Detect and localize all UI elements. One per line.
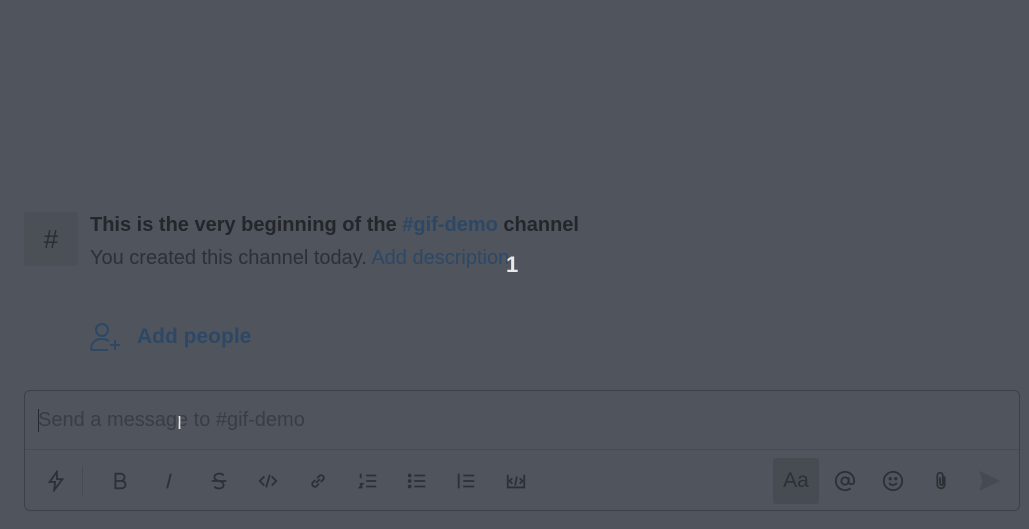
text-caret — [38, 409, 39, 432]
message-composer: Aa — [24, 390, 1020, 511]
bold-button[interactable] — [97, 458, 143, 504]
link-button[interactable] — [295, 458, 341, 504]
smiley-icon — [882, 470, 904, 492]
blockquote-button[interactable] — [443, 458, 489, 504]
bulleted-list-icon — [407, 473, 426, 489]
hash-symbol: # — [43, 223, 59, 254]
channel-hash-icon: # — [24, 212, 78, 266]
channel-intro: # This is the very beginning of the #gif… — [24, 212, 579, 270]
add-user-icon — [90, 323, 120, 351]
send-button[interactable] — [966, 458, 1012, 504]
code-block-icon — [506, 474, 526, 489]
message-input[interactable] — [25, 391, 1019, 449]
add-description-link[interactable]: Add description — [371, 247, 509, 269]
link-icon — [311, 474, 325, 488]
add-people-button[interactable]: Add people — [90, 322, 251, 352]
strikethrough-button[interactable] — [196, 458, 242, 504]
strikethrough-icon — [211, 472, 227, 490]
title-suffix: channel — [497, 214, 579, 236]
mouse-ibeam-cursor: I — [177, 413, 183, 433]
created-today-text: You created this channel today. — [90, 247, 372, 269]
blockquote-icon — [457, 473, 475, 489]
mention-button[interactable] — [822, 458, 868, 504]
ordered-list-icon — [357, 473, 377, 489]
lightning-icon — [47, 470, 65, 492]
code-block-button[interactable] — [493, 458, 539, 504]
channel-name-link[interactable]: #gif-demo — [402, 214, 498, 236]
step-number-overlay: 1 — [506, 252, 519, 277]
bulleted-list-button[interactable] — [394, 458, 440, 504]
at-sign-icon — [834, 470, 856, 492]
code-icon — [258, 474, 278, 488]
italic-icon — [166, 473, 172, 489]
italic-button[interactable] — [146, 458, 192, 504]
send-icon — [979, 471, 1000, 491]
ordered-list-button[interactable] — [345, 458, 391, 504]
formatting-toggle-button[interactable]: Aa — [773, 458, 819, 504]
bold-icon — [114, 472, 127, 490]
shortcuts-button[interactable] — [33, 458, 79, 504]
title-prefix: This is the very beginning of the — [90, 214, 403, 236]
composer-toolbar: Aa — [25, 449, 1019, 511]
toolbar-divider — [82, 466, 83, 496]
emoji-button[interactable] — [870, 458, 916, 504]
formatting-label: Aa — [783, 469, 809, 492]
code-button[interactable] — [245, 458, 291, 504]
channel-intro-title: This is the very beginning of the #gif-d… — [90, 213, 579, 237]
attach-button[interactable] — [918, 458, 964, 504]
paperclip-icon — [936, 471, 946, 490]
add-people-label: Add people — [137, 325, 252, 348]
